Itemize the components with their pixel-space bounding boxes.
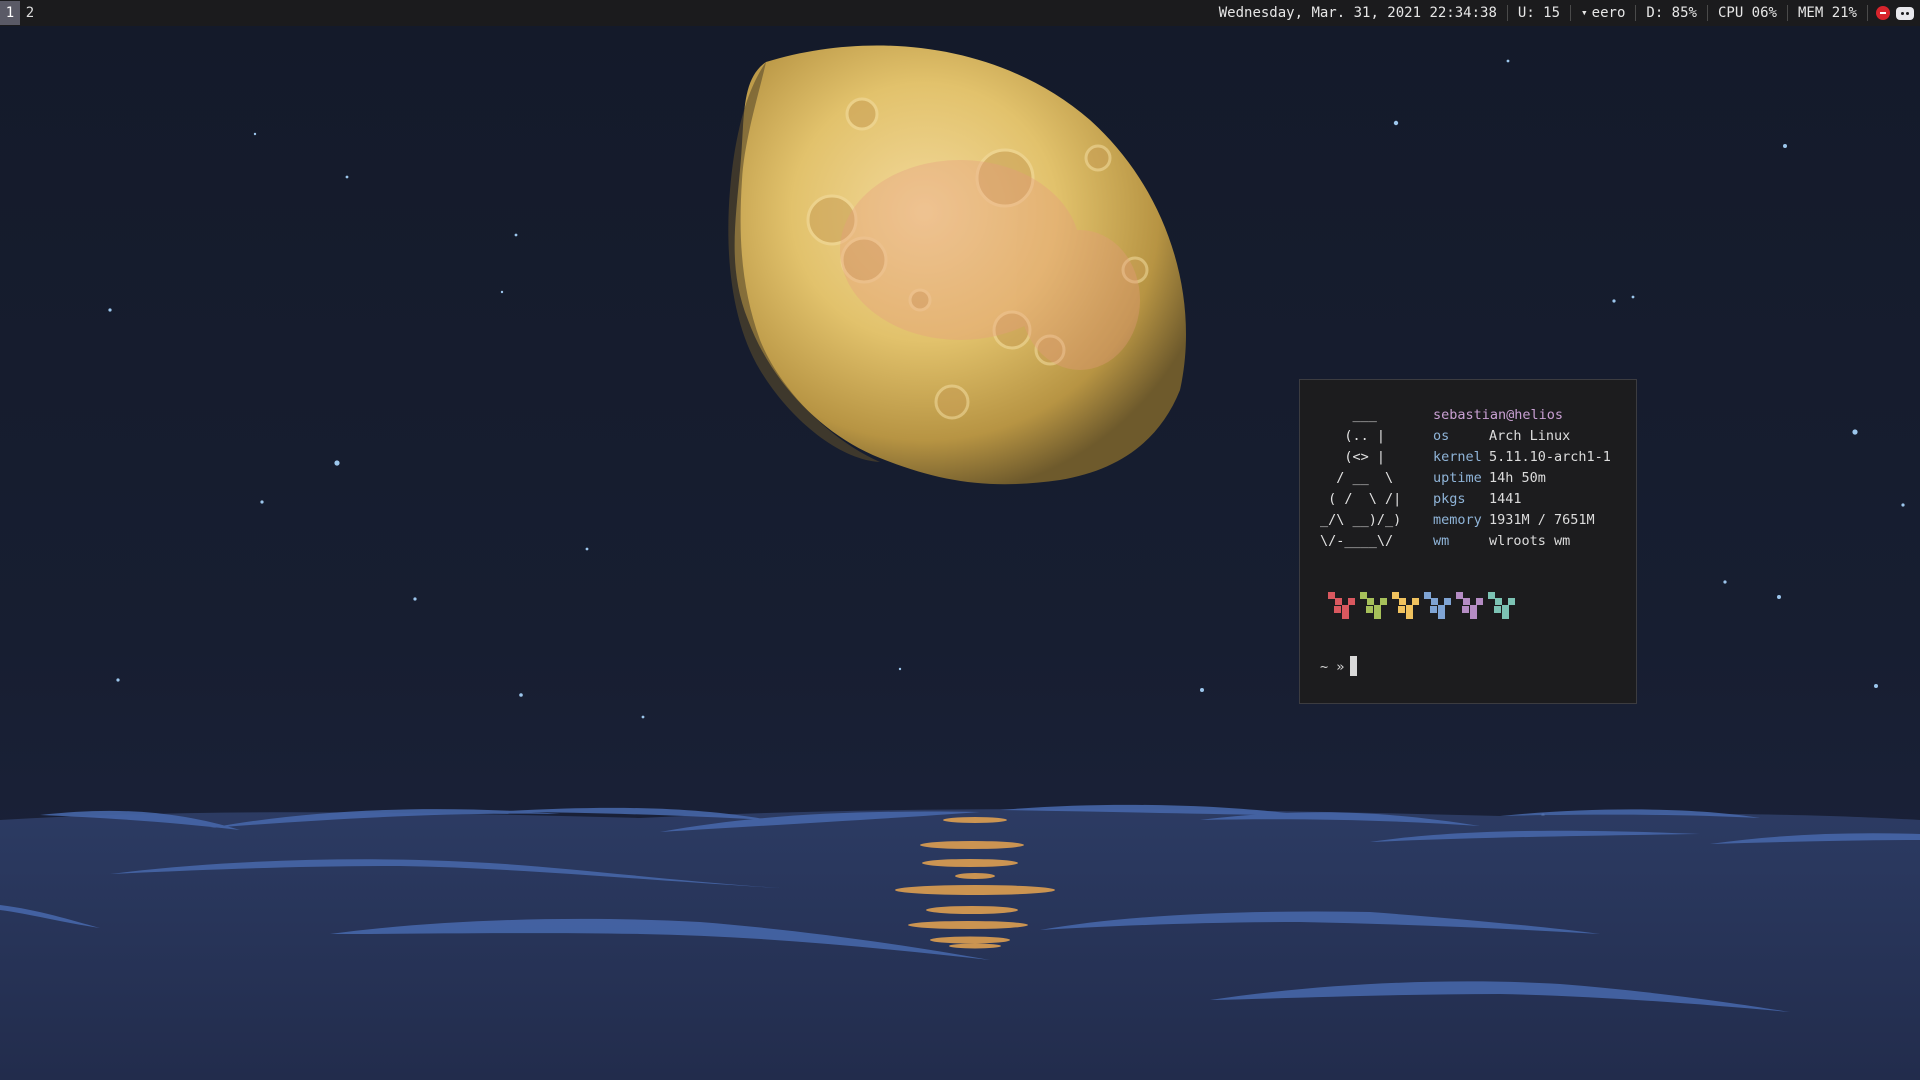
info-pkgs: pkgs 1441	[1433, 491, 1522, 507]
workspace-1-button[interactable]: 1	[0, 1, 20, 25]
palette-swatch	[1488, 592, 1515, 619]
shell-prompt[interactable]: ~ »	[1320, 656, 1358, 678]
info-uptime: uptime 14h 50m	[1433, 470, 1546, 486]
status-modules: Wednesday, Mar. 31, 2021 22:34:38 U: 15 …	[1209, 0, 1920, 26]
disk-indicator[interactable]: D: 85%	[1636, 0, 1707, 26]
ascii-logo: ___ (.. | (<> | / __ \ ( / \ /| _/\ __)/…	[1320, 407, 1402, 549]
color-palette	[1328, 592, 1515, 619]
network-name: eero	[1591, 5, 1626, 21]
info-kernel: kernel 5.11.10-arch1-1	[1433, 449, 1611, 465]
prompt-symbol: ~ »	[1320, 659, 1345, 675]
workspace-2-button[interactable]: 2	[20, 1, 40, 25]
terminal-window[interactable]: ___ (.. | (<> | / __ \ ( / \ /| _/\ __)/…	[1299, 379, 1637, 704]
palette-swatch	[1424, 592, 1451, 619]
wifi-icon: ▾	[1581, 6, 1588, 19]
discord-icon[interactable]	[1896, 6, 1914, 20]
system-info: sebastian@helios os Arch Linux kernel 5.11…	[1433, 405, 1611, 552]
palette-swatch	[1360, 592, 1387, 619]
red-circle-icon[interactable]	[1876, 6, 1890, 20]
system-tray	[1868, 6, 1920, 20]
user-host: sebastian@helios	[1433, 407, 1564, 423]
network-indicator[interactable]: ▾ eero	[1571, 0, 1635, 26]
memory-indicator[interactable]: MEM 21%	[1788, 0, 1867, 26]
updates-indicator[interactable]: U: 15	[1508, 0, 1570, 26]
palette-swatch	[1328, 592, 1355, 619]
cpu-indicator[interactable]: CPU 06%	[1708, 0, 1787, 26]
status-bar: 1 2 Wednesday, Mar. 31, 2021 22:34:38 U:…	[0, 0, 1920, 26]
palette-swatch	[1456, 592, 1483, 619]
clock[interactable]: Wednesday, Mar. 31, 2021 22:34:38	[1209, 0, 1507, 26]
info-wm: wm wlroots wm	[1433, 533, 1571, 549]
info-memory: memory 1931M / 7651M	[1433, 512, 1595, 528]
palette-swatch	[1392, 592, 1419, 619]
info-os: os Arch Linux	[1433, 428, 1571, 444]
text-cursor	[1350, 656, 1358, 676]
